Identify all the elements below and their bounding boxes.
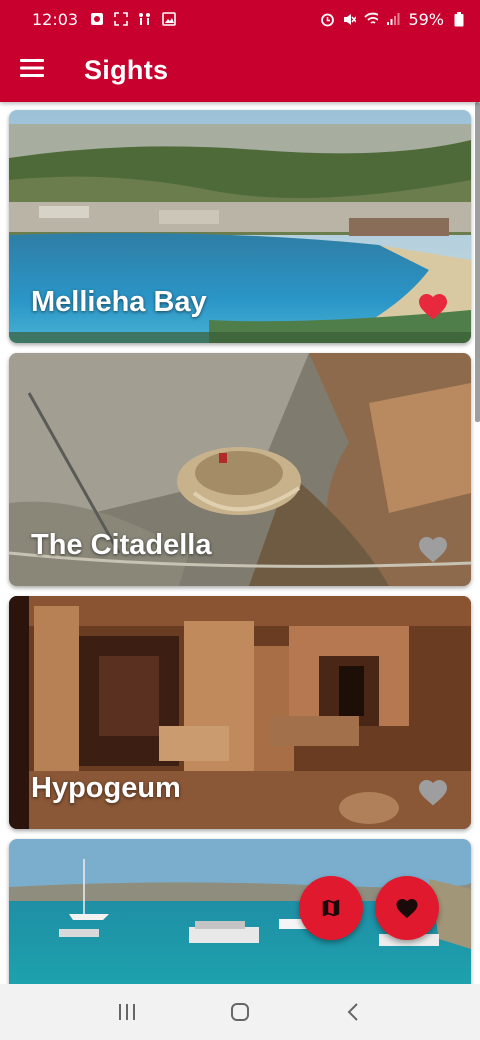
sights-list[interactable]: Mellieha Bay The Citadella Hypogeum — [0, 102, 480, 984]
map-icon — [322, 899, 340, 917]
mute-icon — [342, 12, 357, 26]
signal-icon — [386, 12, 400, 26]
hamburger-menu-icon — [20, 58, 44, 82]
scrollbar[interactable] — [475, 102, 480, 422]
sight-name: The Citadella — [31, 529, 212, 561]
heart-icon — [419, 780, 447, 806]
gallery-icon — [162, 12, 176, 26]
map-button[interactable] — [299, 876, 363, 940]
back-icon — [347, 1003, 359, 1021]
heart-icon — [396, 899, 418, 918]
favorites-button[interactable] — [375, 876, 439, 940]
sight-name: Hypogeum — [31, 772, 181, 804]
favorite-toggle[interactable] — [417, 777, 449, 807]
sight-card-hypogeum[interactable]: Hypogeum — [9, 596, 471, 829]
status-right-icons: 59% — [320, 10, 466, 29]
sight-card-mellieha-bay[interactable]: Mellieha Bay — [9, 110, 471, 343]
alarm-icon — [320, 12, 335, 26]
sight-name: Mellieha Bay — [31, 286, 207, 318]
favorite-toggle[interactable] — [417, 291, 449, 321]
page-title: Sights — [84, 54, 169, 85]
battery-percent: 59% — [408, 9, 444, 29]
back-button[interactable] — [323, 984, 383, 1040]
status-left-icons — [90, 12, 176, 26]
notification-icon — [90, 12, 104, 26]
app-bar: Sights — [0, 38, 480, 102]
heart-icon — [419, 537, 447, 563]
home-button[interactable] — [210, 984, 270, 1040]
recents-icon — [118, 1004, 135, 1020]
accessibility-icon — [138, 12, 152, 26]
status-bar: 12:03 59% — [0, 0, 480, 38]
recents-button[interactable] — [97, 984, 157, 1040]
home-icon — [230, 1003, 249, 1021]
screenshot-icon — [114, 12, 128, 26]
heart-icon — [419, 294, 447, 320]
status-time: 12:03 — [32, 9, 79, 29]
menu-button[interactable] — [0, 38, 64, 102]
system-nav-bar — [0, 984, 480, 1040]
battery-icon — [452, 11, 466, 26]
wifi-icon — [364, 12, 379, 26]
favorite-toggle[interactable] — [417, 534, 449, 564]
sight-card-citadella[interactable]: The Citadella — [9, 353, 471, 586]
